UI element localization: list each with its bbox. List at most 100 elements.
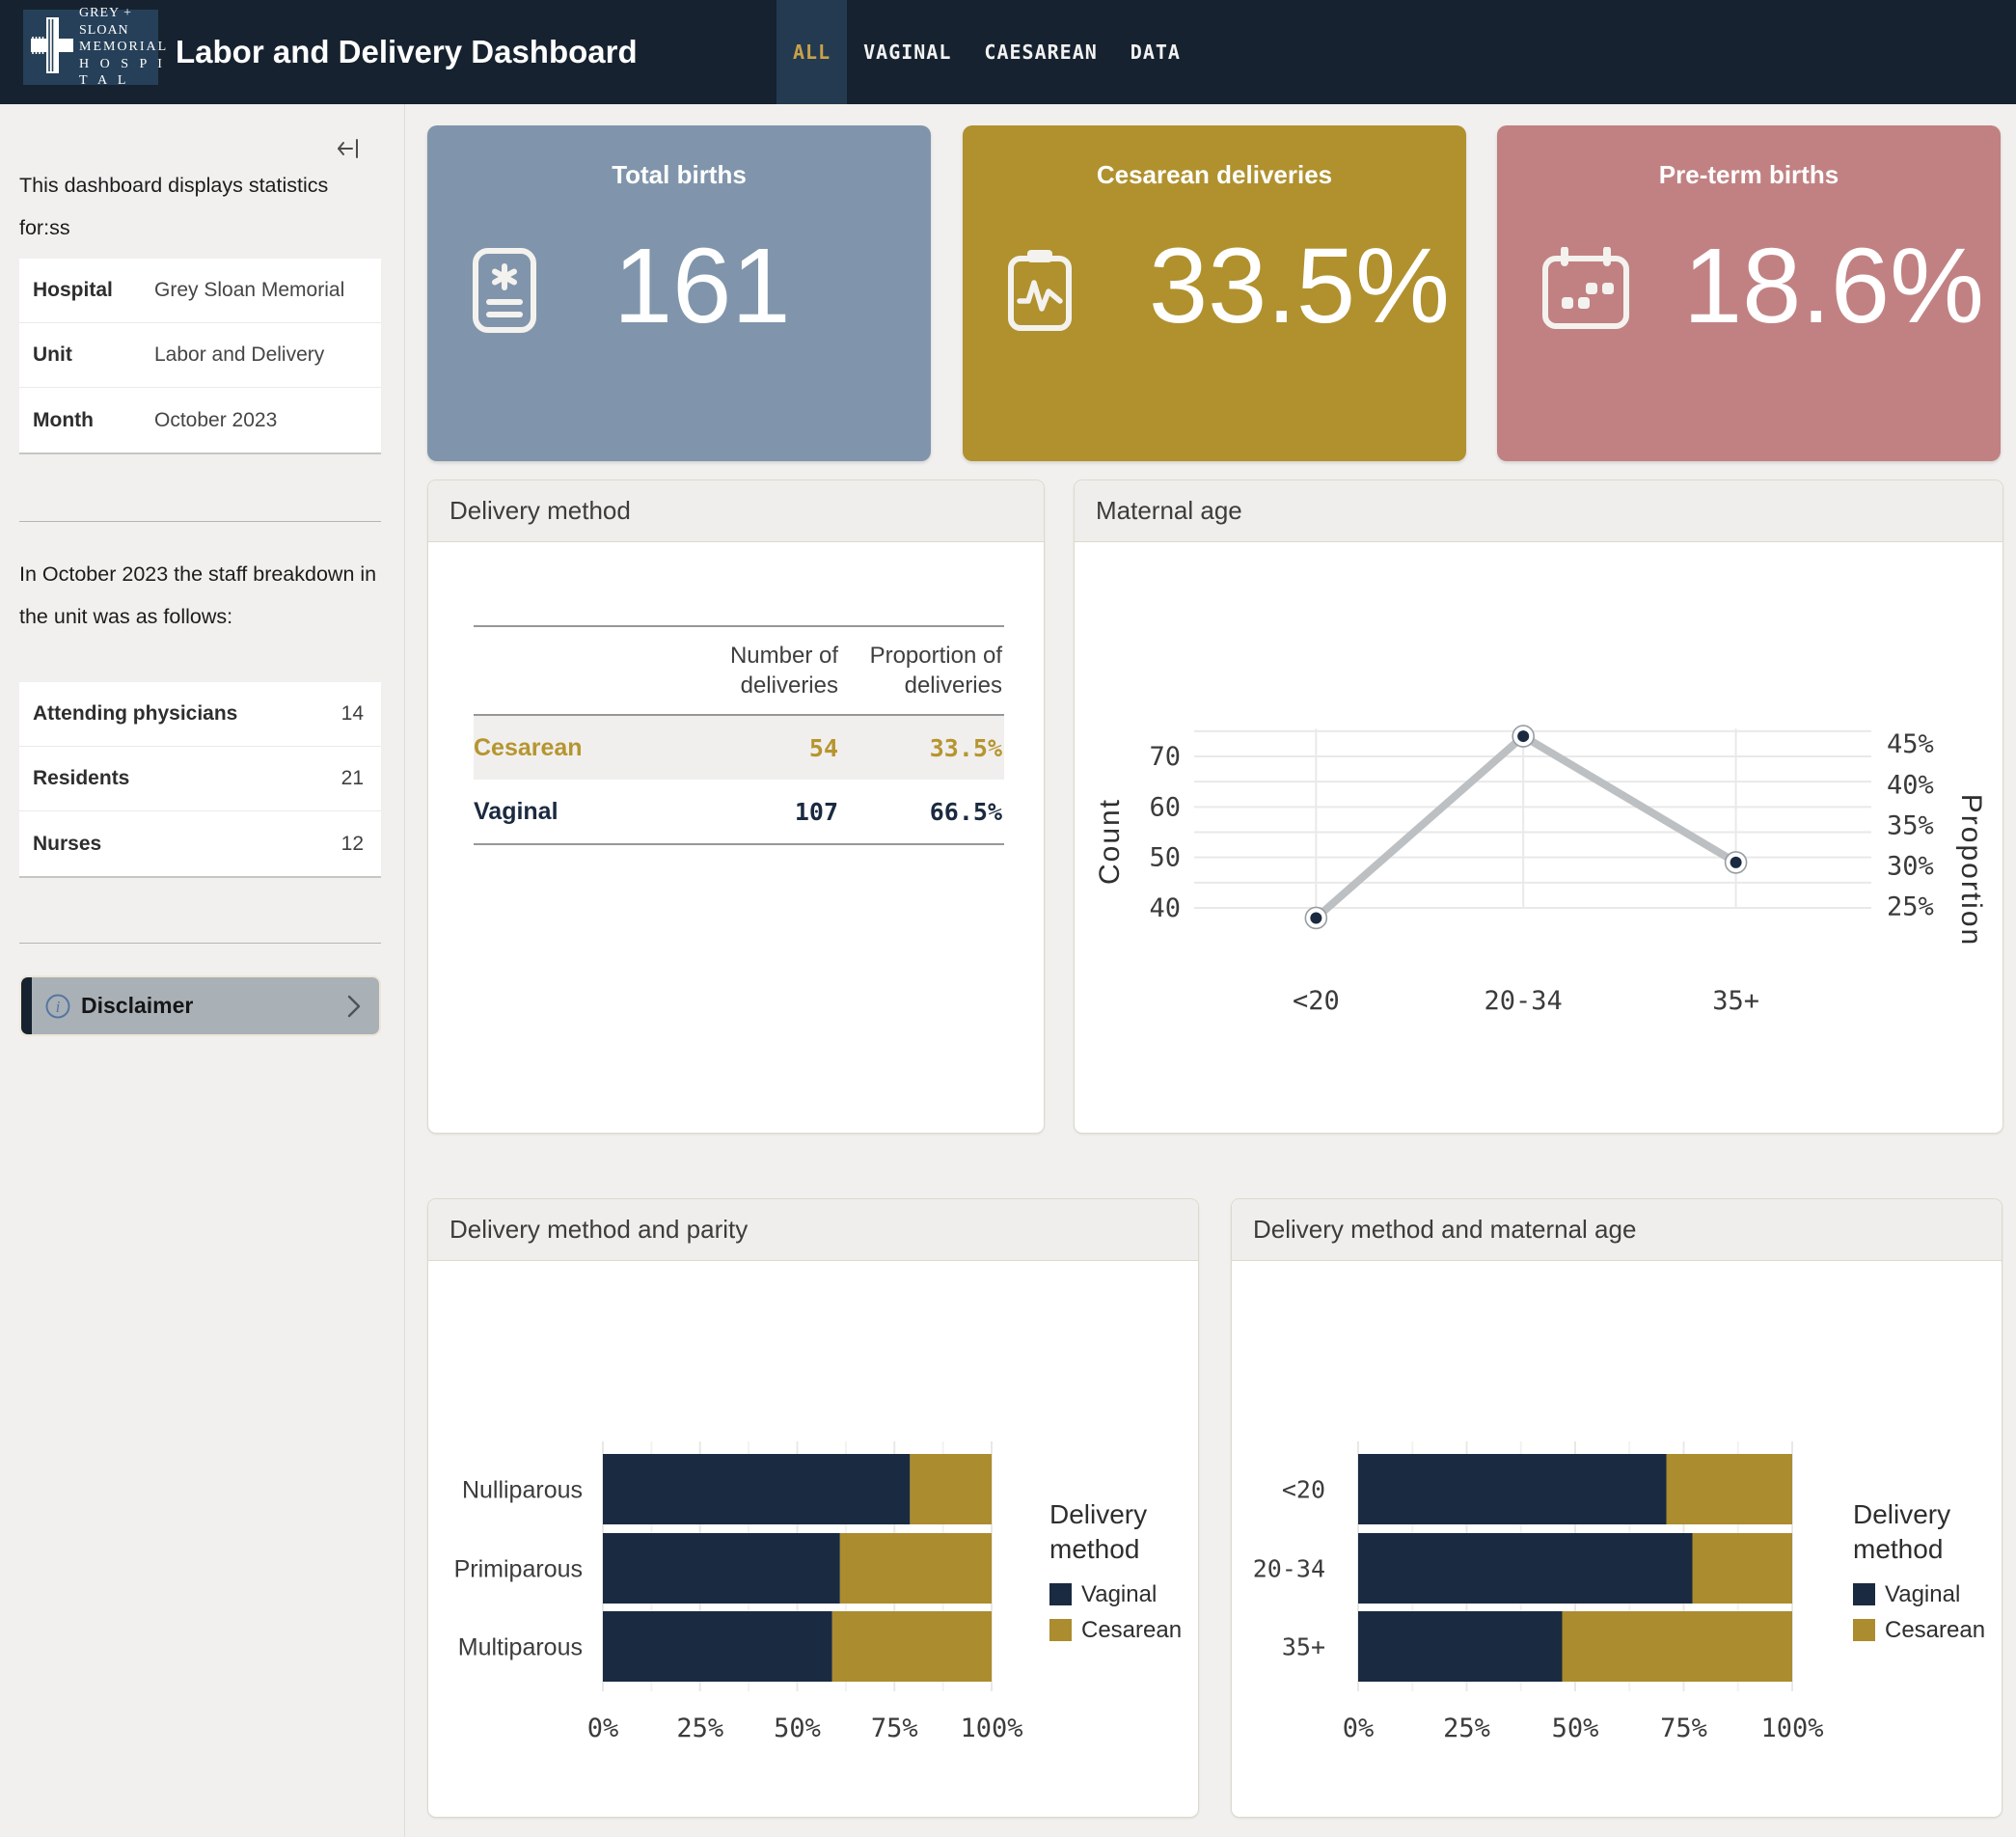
clipboard-pulse-icon [1007, 247, 1073, 339]
svg-text:Multiparous: Multiparous [458, 1634, 583, 1661]
tab-data[interactable]: DATA [1114, 0, 1197, 104]
svg-text:100%: 100% [1760, 1714, 1823, 1743]
info-value: Labor and Delivery [154, 343, 324, 367]
panel-delivery-method: Delivery method Number of deliveries Pro… [427, 480, 1045, 1134]
svg-text:35+: 35+ [1282, 1633, 1325, 1661]
page-title: Labor and Delivery Dashboard [176, 0, 638, 104]
svg-text:i: i [56, 998, 61, 1016]
table-row: Hospital Grey Sloan Memorial [19, 259, 381, 323]
staff-value: 14 [341, 702, 364, 726]
staff-label: Nurses [33, 833, 101, 856]
svg-text:Delivery: Delivery [1049, 1499, 1147, 1529]
svg-text:Vaginal: Vaginal [1081, 1581, 1157, 1607]
panel-title: Delivery method [428, 480, 1044, 542]
disclaimer-button[interactable]: i Disclaimer [19, 975, 381, 1036]
kpi-preterm-births: Pre-term births 18.6% [1497, 125, 2001, 461]
kpi-value: 18.6% [1683, 233, 1984, 340]
divider [19, 521, 381, 522]
logo-line1: GREY + SLOAN [79, 5, 168, 39]
maternal-age-line-chart: 4050607025%30%35%40%45%<2020-3435+CountP… [1075, 542, 2002, 1135]
svg-text:40%: 40% [1887, 770, 1934, 800]
staff-value: 21 [341, 767, 364, 790]
svg-text:25%: 25% [1887, 892, 1934, 922]
svg-text:20-34: 20-34 [1485, 986, 1563, 1016]
svg-text:50%: 50% [774, 1714, 821, 1743]
svg-text:25%: 25% [1443, 1714, 1490, 1743]
tab-all[interactable]: ALL [776, 0, 847, 104]
staff-value: 12 [341, 833, 364, 856]
svg-text:75%: 75% [871, 1714, 918, 1743]
svg-text:Proportion: Proportion [1955, 794, 1987, 946]
tab-vaginal[interactable]: VAGINAL [847, 0, 967, 104]
kpi-title: Cesarean deliveries [963, 160, 1466, 190]
svg-text:Primiparous: Primiparous [454, 1556, 583, 1583]
kpi-value: 33.5% [1149, 233, 1450, 340]
panel-title: Delivery method and parity [428, 1199, 1198, 1261]
svg-text:0%: 0% [1343, 1714, 1375, 1743]
svg-text:Delivery: Delivery [1853, 1499, 1950, 1529]
svg-text:Count: Count [1094, 798, 1126, 885]
table-row: Attending physicians 14 [19, 682, 381, 747]
column-header: Number of deliveries [667, 626, 840, 715]
delivery-method-table-body: Number of deliveries Proportion of deliv… [428, 542, 1044, 1135]
svg-text:<20: <20 [1282, 1476, 1325, 1504]
svg-text:Nulliparous: Nulliparous [462, 1477, 583, 1504]
svg-text:45%: 45% [1887, 729, 1934, 759]
table-row-cesarean: Cesarean 54 33.5% [474, 715, 1004, 780]
column-header [474, 626, 667, 715]
calendar-icon [1541, 247, 1630, 339]
birth-certificate-icon [472, 247, 537, 339]
panel-title: Maternal age [1075, 480, 2002, 542]
svg-text:75%: 75% [1660, 1714, 1707, 1743]
staff-label: Attending physicians [33, 702, 237, 726]
kpi-value: 161 [613, 233, 791, 340]
panel-delivery-maternal-age: Delivery method and maternal age <2020-3… [1231, 1198, 2002, 1818]
row-label: Vaginal [474, 780, 667, 844]
svg-text:30%: 30% [1887, 852, 1934, 882]
svg-text:Vaginal: Vaginal [1885, 1581, 1960, 1607]
table-row-vaginal: Vaginal 107 66.5% [474, 780, 1004, 844]
svg-text:35+: 35+ [1712, 986, 1759, 1016]
tab-caesarean[interactable]: CAESAREAN [967, 0, 1113, 104]
row-proportion: 33.5% [840, 715, 1004, 780]
row-count: 54 [667, 715, 840, 780]
sidebar: This dashboard displays statistics for:s… [0, 104, 405, 1837]
sidebar-intro-text: This dashboard displays statistics for:s… [19, 164, 384, 249]
table-row: Residents 21 [19, 747, 381, 811]
svg-text:0%: 0% [587, 1714, 619, 1743]
svg-text:method: method [1049, 1534, 1139, 1564]
accent-bar [21, 977, 32, 1034]
svg-text:50: 50 [1149, 843, 1181, 873]
panel-maternal-age: Maternal age 4050607025%30%35%40%45%<202… [1074, 480, 2003, 1134]
logo-line3: H O S P I T A L [79, 56, 168, 90]
staff-label: Residents [33, 767, 129, 790]
svg-text:50%: 50% [1552, 1714, 1599, 1743]
table-row: Nurses 12 [19, 811, 381, 876]
logo-line2: MEMORIAL [79, 39, 168, 56]
staff-intro-text: In October 2023 the staff breakdown in t… [19, 553, 384, 638]
svg-text:40: 40 [1149, 893, 1181, 923]
age-method-stacked-bar-chart: <2020-3435+0%25%50%75%100%Deliverymethod… [1232, 1261, 2002, 1819]
info-icon: i [44, 993, 71, 1020]
info-label: Unit [33, 343, 154, 367]
kpi-total-births: Total births 161 [427, 125, 931, 461]
svg-text:25%: 25% [676, 1714, 723, 1743]
kpi-cesarean-deliveries: Cesarean deliveries 33.5% [963, 125, 1466, 461]
table-row: Unit Labor and Delivery [19, 323, 381, 388]
kpi-title: Pre-term births [1497, 160, 2001, 190]
nav-tabs: ALL VAGINAL CAESAREAN DATA [776, 0, 1197, 104]
row-count: 107 [667, 780, 840, 844]
panel-delivery-parity: Delivery method and parity Nulliparous Pr… [427, 1198, 1199, 1818]
app-header: GREY + SLOAN MEMORIAL H O S P I T A L La… [0, 0, 2016, 104]
info-label: Hospital [33, 279, 154, 302]
divider [19, 943, 381, 944]
svg-text:20-34: 20-34 [1253, 1555, 1325, 1583]
info-value: October 2023 [154, 409, 277, 432]
svg-text:Cesarean: Cesarean [1081, 1617, 1182, 1643]
hospital-logo: GREY + SLOAN MEMORIAL H O S P I T A L [23, 10, 158, 85]
svg-text:<20: <20 [1293, 986, 1340, 1016]
main-content: Total births 161 Cesarean deliveries 33.… [406, 104, 2016, 1837]
row-label: Cesarean [474, 715, 667, 780]
sidebar-collapse-icon[interactable] [336, 135, 363, 162]
svg-text:35%: 35% [1887, 810, 1934, 840]
